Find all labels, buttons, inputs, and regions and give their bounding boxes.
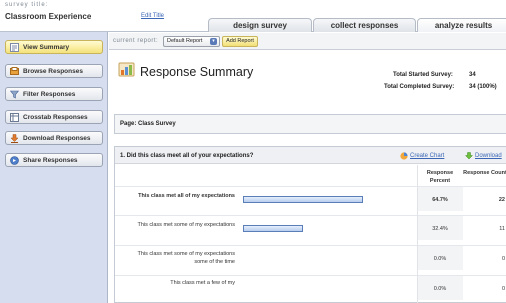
row-count: 11 <box>499 226 505 232</box>
column-divider <box>417 165 418 303</box>
tab-design-survey[interactable]: design survey <box>208 18 312 32</box>
response-bar <box>243 196 363 203</box>
column-header-count: Response Count <box>463 170 506 176</box>
summary-icon <box>10 43 19 52</box>
row-percent: 0.0% <box>433 286 447 292</box>
response-bar <box>243 225 303 232</box>
row-percent: 64.7% <box>432 197 448 203</box>
browse-icon <box>10 67 19 75</box>
total-completed-label: Total Completed Survey: <box>384 84 455 90</box>
page-title: Response Summary <box>140 65 254 79</box>
sidebar-item-label: Share Responses <box>23 157 78 164</box>
download-icon <box>10 134 19 143</box>
tab-analyze-results[interactable]: analyze results <box>417 18 506 32</box>
row-percent: 0.0% <box>433 256 447 262</box>
total-started-label: Total Started Survey: <box>393 72 453 78</box>
table-row: This class met some of my expectations s… <box>115 245 506 270</box>
sidebar-item-download-responses[interactable]: Download Responses <box>5 131 103 145</box>
sidebar-item-label: Crosstab Responses <box>23 114 88 121</box>
question-title: 1. Did this class meet all of your expec… <box>120 153 254 159</box>
sidebar-item-label: View Summary <box>23 44 70 51</box>
survey-title-label: survey title: <box>5 2 49 8</box>
row-label: This class met a few of my <box>170 280 235 286</box>
question-panel: 1. Did this class meet all of your expec… <box>114 146 506 303</box>
sidebar-item-label: Filter Responses <box>23 91 76 98</box>
sidebar-item-label: Download Responses <box>23 135 91 142</box>
report-select-value: Default Report <box>167 38 203 44</box>
tab-collect-responses[interactable]: collect responses <box>313 18 416 32</box>
sidebar-item-label: Browse Responses <box>23 68 83 75</box>
row-label: This class met all of my expectations <box>138 193 235 199</box>
row-count: 22 <box>498 197 505 203</box>
question-header: 1. Did this class meet all of your expec… <box>115 147 506 164</box>
page-section: Page: Class Survey <box>114 114 506 134</box>
report-select[interactable]: Default Report ▾ <box>163 36 220 47</box>
download-link[interactable]: Download <box>475 153 502 159</box>
report-bar: current report: Default Report ▾ Add Rep… <box>109 33 506 50</box>
sidebar-item-filter-responses[interactable]: Filter Responses <box>5 87 103 101</box>
sidebar-item-view-summary[interactable]: View Summary <box>5 40 103 54</box>
share-icon <box>10 156 19 165</box>
create-chart-link[interactable]: Create Chart <box>410 153 444 159</box>
total-completed-value: 34 (100%) <box>469 84 497 90</box>
crosstab-icon <box>10 113 19 122</box>
filter-icon <box>10 90 19 99</box>
survey-title: Classroom Experience <box>5 12 92 21</box>
column-header-percent: Response Percent <box>426 170 454 184</box>
table-row: This class met a few of my 0.0% 0 <box>115 275 506 300</box>
header: survey title: Classroom Experience Edit … <box>0 0 506 32</box>
sidebar: View Summary Browse Responses Filter Res… <box>0 32 108 303</box>
current-report-label: current report: <box>113 38 159 44</box>
chart-summary-icon <box>118 62 135 77</box>
table-row: This class met all of my expectations 64… <box>115 186 506 211</box>
row-label: This class met some of my expectations s… <box>137 251 235 265</box>
sidebar-item-share-responses[interactable]: Share Responses <box>5 153 103 167</box>
download-icon <box>465 152 473 160</box>
row-percent: 32.4% <box>432 226 448 232</box>
sidebar-item-crosstab-responses[interactable]: Crosstab Responses <box>5 110 103 124</box>
pie-chart-icon <box>400 152 408 160</box>
edit-title-link[interactable]: Edit Title <box>141 13 164 19</box>
sidebar-item-browse-responses[interactable]: Browse Responses <box>5 64 103 78</box>
add-report-button[interactable]: Add Report <box>222 36 258 47</box>
row-count: 0 <box>501 286 505 292</box>
row-label: This class met some of my expectations <box>137 222 235 228</box>
chevron-down-icon: ▾ <box>210 38 217 45</box>
page-label: Page: Class Survey <box>120 121 176 127</box>
table-row: This class met some of my expectations 3… <box>115 215 506 240</box>
total-started-value: 34 <box>469 72 476 78</box>
row-count: 0 <box>501 256 505 262</box>
